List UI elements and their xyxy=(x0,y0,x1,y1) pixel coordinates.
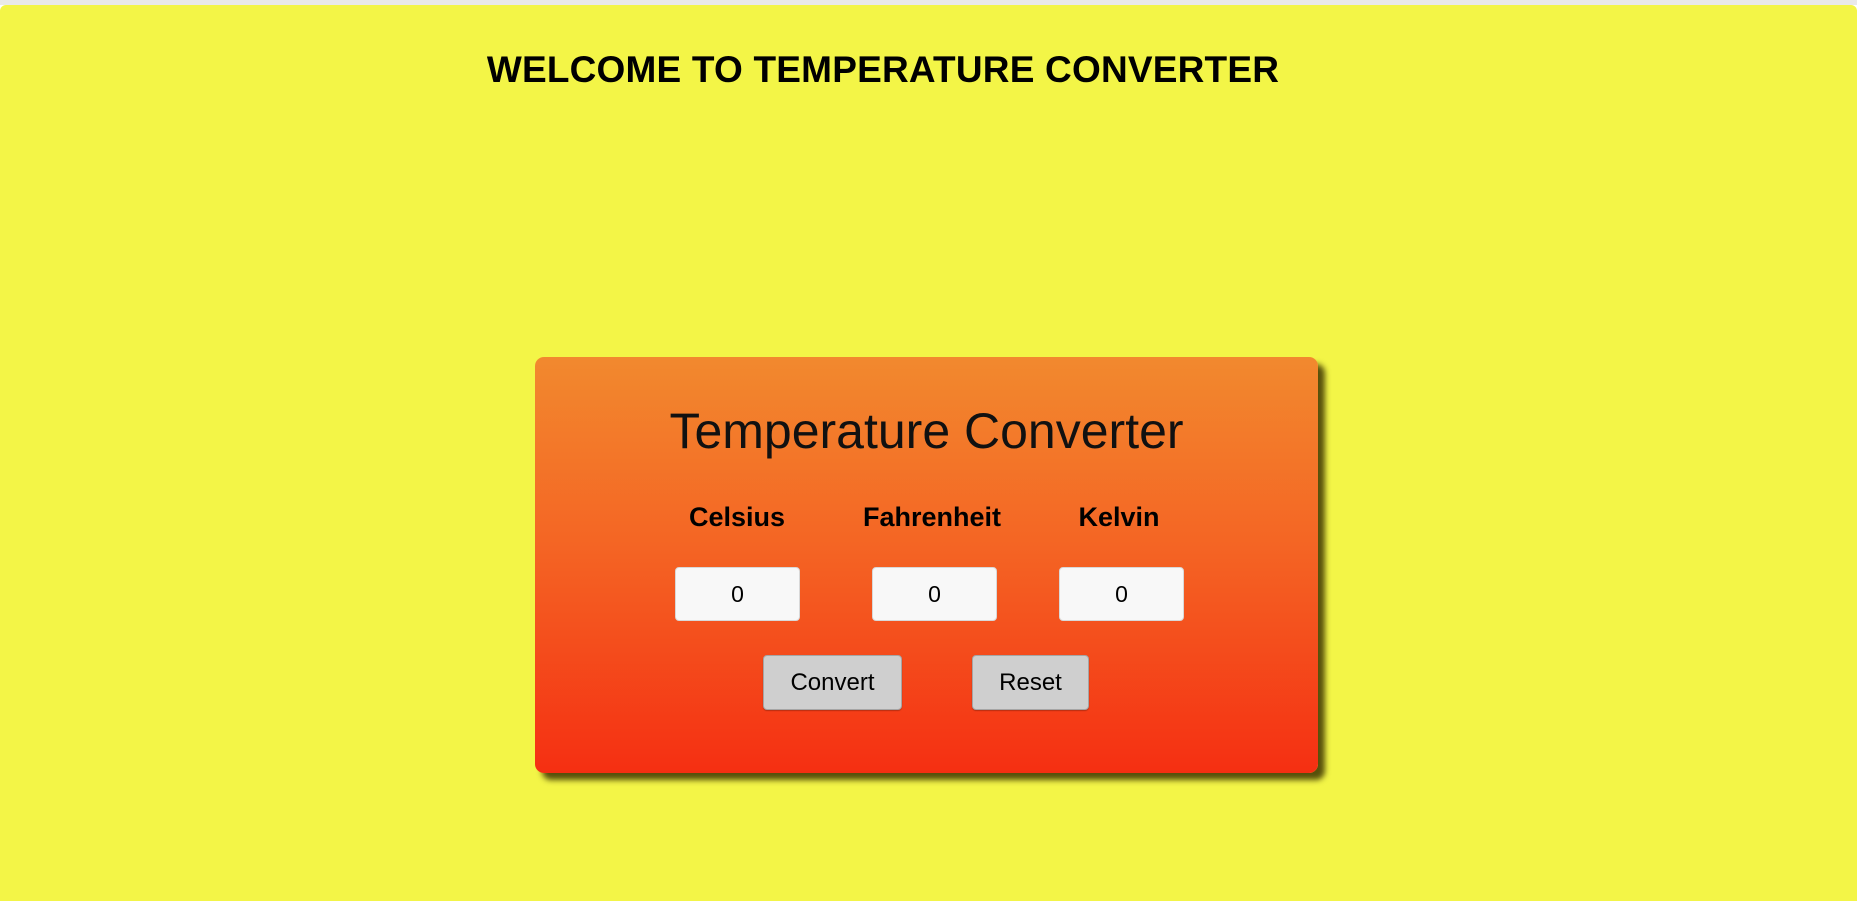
fahrenheit-input[interactable] xyxy=(872,567,997,621)
celsius-input[interactable] xyxy=(675,567,800,621)
fahrenheit-label: Fahrenheit xyxy=(862,502,1002,532)
converter-title: Temperature Converter xyxy=(669,403,1184,459)
kelvin-input[interactable] xyxy=(1059,567,1184,621)
convert-button[interactable]: Convert xyxy=(763,655,902,710)
kelvin-label: Kelvin xyxy=(1078,502,1160,532)
reset-button[interactable]: Reset xyxy=(972,655,1089,710)
page-background: WELCOME TO TEMPERATURE CONVERTER Tempera… xyxy=(0,5,1857,901)
converter-card: Temperature Converter Celsius Fahrenheit… xyxy=(535,357,1318,773)
celsius-label: Celsius xyxy=(688,502,786,532)
welcome-heading: WELCOME TO TEMPERATURE CONVERTER xyxy=(486,49,1280,90)
